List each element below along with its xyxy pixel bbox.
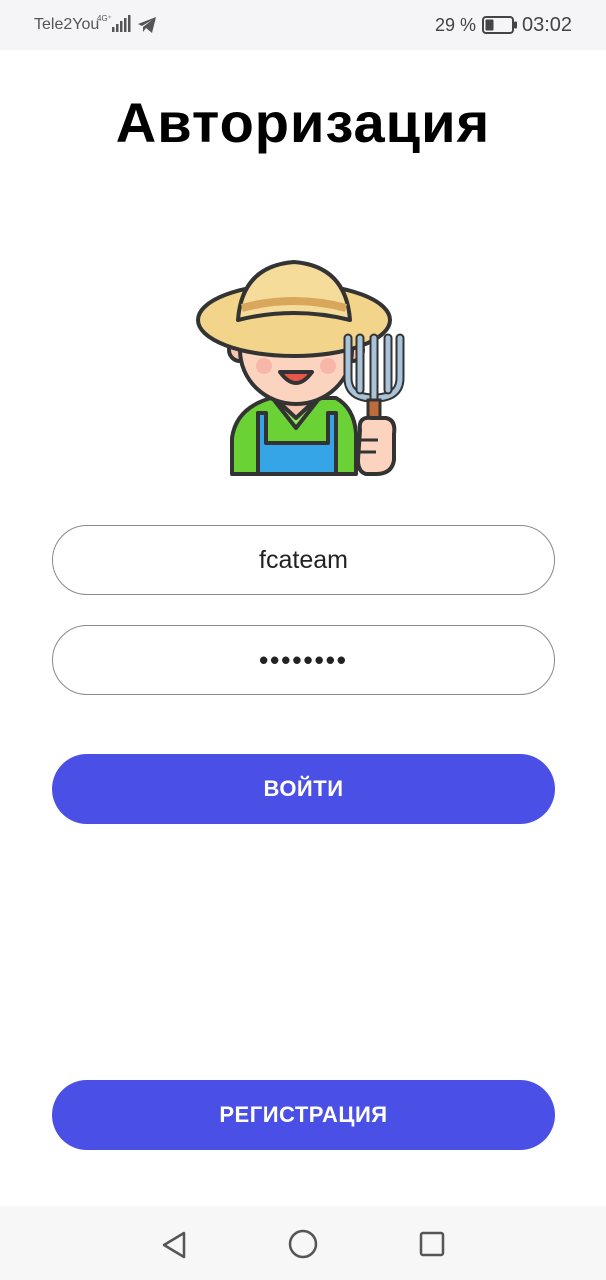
status-bar: Tele2You 4G⁺ 29 % 03:02: [0, 0, 606, 50]
battery-icon: [482, 16, 517, 34]
clock: 03:02: [522, 14, 573, 36]
login-field[interactable]: fcateam: [52, 525, 555, 595]
battery-percent: 29 %: [435, 15, 477, 35]
login-button[interactable]: ВОЙТИ: [52, 754, 555, 824]
password-field[interactable]: ••••••••: [52, 625, 555, 695]
page-title: Авторизация: [115, 91, 491, 154]
back-triangle-icon[interactable]: [160, 1230, 188, 1260]
carrier-name: Tele2You: [34, 16, 100, 33]
register-button[interactable]: РЕГИСТРАЦИЯ: [52, 1080, 555, 1150]
signal-bars-icon: 4G⁺: [97, 14, 131, 32]
home-circle-icon[interactable]: [288, 1229, 318, 1259]
recent-square-icon[interactable]: [419, 1231, 445, 1257]
telegram-icon: [138, 17, 156, 33]
farmer-with-pitchfork-icon: [196, 260, 405, 476]
svg-text:4G⁺: 4G⁺: [97, 14, 112, 23]
